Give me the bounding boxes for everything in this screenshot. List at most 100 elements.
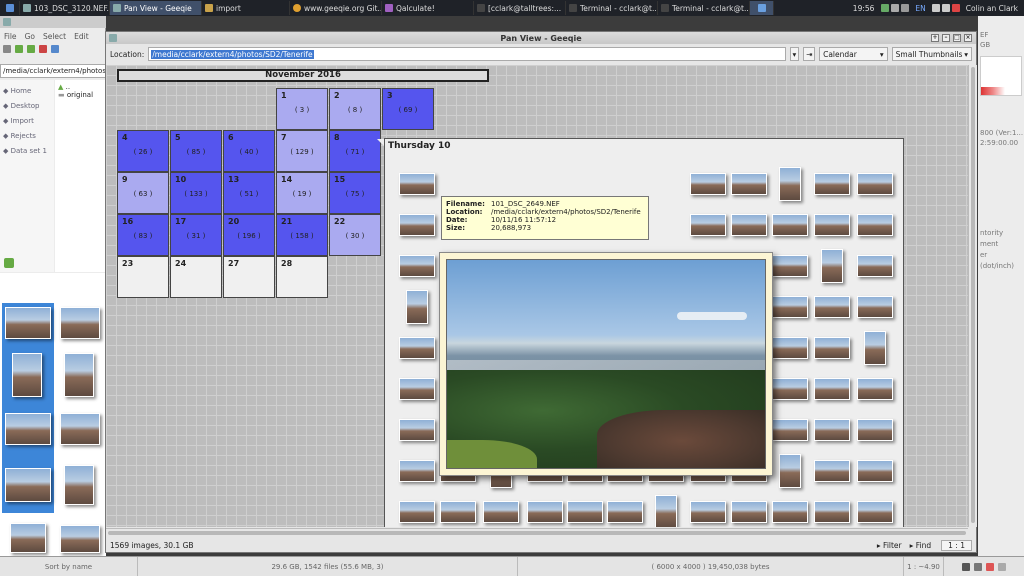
thumbnail[interactable] [772, 255, 808, 277]
thumbnail[interactable] [655, 495, 677, 527]
calendar-day-6[interactable]: 6 ( 40 ) [223, 130, 275, 172]
thumbnail[interactable] [857, 255, 893, 277]
menu-go[interactable]: Go [25, 32, 35, 41]
go-button[interactable]: ⇥ [803, 47, 816, 61]
up-icon[interactable] [27, 45, 35, 53]
task-terminal-1[interactable]: [cclark@talltrees:... [474, 1, 566, 15]
back-icon[interactable] [15, 45, 23, 53]
calendar-day-17[interactable]: 17 ( 31 ) [170, 214, 222, 256]
filter-button[interactable]: ▸ Filter [877, 541, 902, 550]
thumbnail[interactable] [5, 468, 51, 502]
pan-canvas[interactable]: November 2016 1 ( 3 ) 2 ( 8 ) 3 ( 69 ) 4 ( 26 )… [106, 65, 968, 527]
thumbnail[interactable] [772, 337, 808, 359]
task-terminal-3[interactable]: Terminal - cclark@t... [658, 1, 750, 15]
calendar-day-14[interactable]: 14 ( 19 ) [276, 172, 328, 214]
thumbnail[interactable] [12, 353, 42, 397]
task-import[interactable]: import [202, 1, 290, 15]
thumbnail[interactable] [814, 214, 850, 236]
window-titlebar[interactable]: Pan View - Geeqie + – □ × [106, 32, 976, 44]
thumbnail[interactable] [690, 173, 726, 195]
thumbnail[interactable] [731, 214, 767, 236]
thumbnail[interactable] [399, 255, 435, 277]
maximize-button[interactable]: □ [953, 34, 961, 42]
thumbnail[interactable] [731, 173, 767, 195]
folder-item-parent[interactable]: ▲ .. [58, 83, 103, 91]
thumbnail[interactable] [60, 307, 100, 339]
thumbnail[interactable] [772, 296, 808, 318]
thumbnail[interactable] [857, 296, 893, 318]
calendar-day-16[interactable]: 16 ( 83 ) [117, 214, 169, 256]
thumbnail[interactable] [64, 465, 94, 505]
thumbnail[interactable] [814, 460, 850, 482]
scrollbar-thumb[interactable] [108, 531, 966, 535]
task-active-geeqie[interactable] [750, 1, 774, 15]
thumbnail[interactable] [772, 501, 808, 523]
thumbnail[interactable] [772, 214, 808, 236]
add-bookmark-icon[interactable] [4, 258, 14, 268]
thumbnail[interactable] [60, 525, 100, 553]
thumbnail[interactable] [690, 214, 726, 236]
location-history-button[interactable]: ▾ [789, 47, 800, 61]
thumbnail[interactable] [857, 214, 893, 236]
calendar-day-3[interactable]: 3 ( 69 ) [382, 88, 434, 130]
home-icon[interactable] [39, 45, 47, 53]
thumbnail[interactable] [779, 167, 801, 201]
folder-item-original[interactable]: ▬ original [58, 91, 103, 99]
thumbnail[interactable] [5, 307, 51, 339]
thumbnail[interactable] [406, 290, 428, 324]
keyboard-layout[interactable]: EN [912, 4, 928, 13]
thumbnail[interactable] [399, 214, 435, 236]
sidebar-item-home[interactable]: ◆ Home [3, 84, 51, 99]
task-pan-view[interactable]: Pan View - Geeqie [110, 1, 202, 15]
thumbnail[interactable] [731, 501, 767, 523]
thumbnail[interactable] [399, 501, 435, 523]
thumbnail[interactable] [814, 337, 850, 359]
thumbnail[interactable] [399, 460, 435, 482]
location-input[interactable]: /media/cclark/extern4/photos/SD2/Tenerif… [148, 47, 786, 61]
task-geeqie-image[interactable]: 103_DSC_3120.NEF... [20, 1, 110, 15]
vertical-scrollbar[interactable] [968, 65, 977, 527]
thumbnail[interactable] [857, 501, 893, 523]
bg-path-field[interactable]: /media/cclark/extern4/photos [0, 64, 106, 78]
thumbnail[interactable] [814, 378, 850, 400]
thumbnail[interactable] [814, 419, 850, 441]
thumbnail[interactable] [779, 454, 801, 488]
task-terminal-2[interactable]: Terminal - cclark@t... [566, 1, 658, 15]
calendar-day-15[interactable]: 15 ( 75 ) [329, 172, 381, 214]
layout-select[interactable]: Calendar ▾ [819, 47, 888, 61]
thumbnail[interactable] [857, 378, 893, 400]
lock-icon[interactable] [962, 562, 970, 571]
help-button[interactable]: + [931, 34, 939, 42]
find-button[interactable]: ▸ Find [910, 541, 932, 550]
thumbnail[interactable] [60, 413, 100, 445]
thumbnail[interactable] [814, 173, 850, 195]
thumbnail[interactable] [527, 501, 563, 523]
app-menu-icon[interactable] [0, 1, 20, 15]
calendar-day-10[interactable]: 10 ( 133 ) [170, 172, 222, 214]
task-browser[interactable]: www.geeqie.org Git... [290, 1, 382, 15]
thumbnail[interactable] [857, 460, 893, 482]
calendar-day-22[interactable]: 22 ( 30 ) [329, 214, 381, 256]
thumbnail[interactable] [10, 523, 46, 553]
thumbnail[interactable] [399, 337, 435, 359]
calendar-day-20[interactable]: 20 ( 196 ) [223, 214, 275, 256]
task-qalculate[interactable]: Qalculate! [382, 1, 474, 15]
thumbnail[interactable] [690, 501, 726, 523]
thumbnail[interactable] [64, 353, 94, 397]
refresh-icon[interactable] [51, 45, 59, 53]
list-icon[interactable] [3, 45, 11, 53]
calendar-day-21[interactable]: 21 ( 158 ) [276, 214, 328, 256]
thumbnail[interactable] [5, 413, 51, 445]
horizontal-scrollbar[interactable] [106, 528, 968, 537]
thumbnail[interactable] [857, 173, 893, 195]
calendar-day-8[interactable]: 8 ( 71 ) [329, 130, 381, 172]
minimize-button[interactable]: – [942, 34, 950, 42]
color-profile-icon[interactable] [986, 562, 994, 571]
scrollbar-thumb[interactable] [971, 67, 975, 523]
menu-edit[interactable]: Edit [74, 32, 89, 41]
thumbnail[interactable] [814, 501, 850, 523]
calendar-day-5[interactable]: 5 ( 85 ) [170, 130, 222, 172]
user-name[interactable]: Colin an Clark [963, 4, 1024, 13]
close-button[interactable]: × [964, 34, 972, 42]
thumbnail[interactable] [821, 249, 843, 283]
